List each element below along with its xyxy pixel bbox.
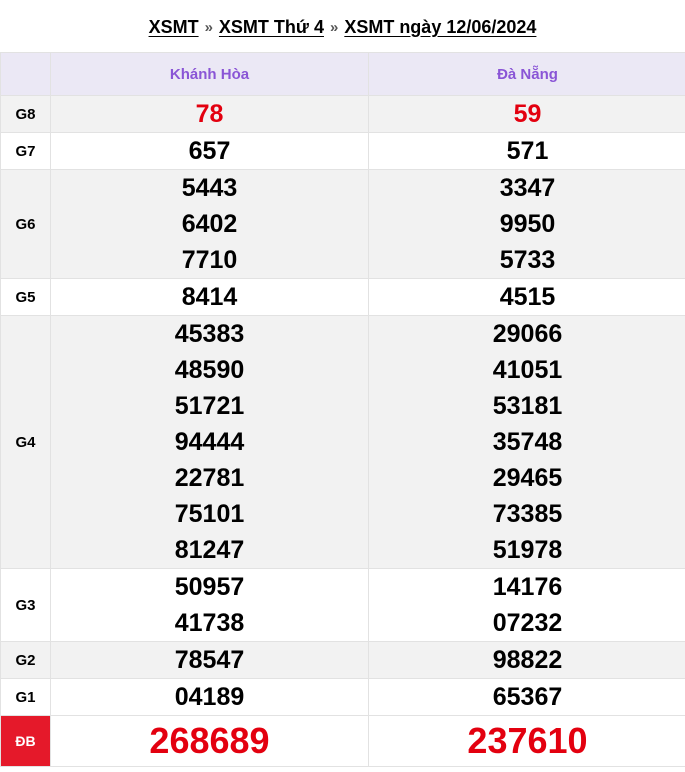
result-number: 35748 — [492, 428, 563, 456]
result-number: 94444 — [174, 428, 245, 456]
header-province-da-nang: Đà Nẵng — [368, 52, 685, 96]
result-cell: 3347 9950 5733 — [368, 169, 685, 279]
result-number: 73385 — [492, 500, 563, 528]
prize-row: G7 657 571 — [0, 132, 685, 170]
prize-row: G1 04189 65367 — [0, 678, 685, 716]
result-number: 22781 — [174, 464, 245, 492]
result-number: 8414 — [181, 283, 238, 311]
result-cell: 657 — [50, 132, 369, 170]
result-number: 04189 — [174, 683, 245, 711]
result-number: 78 — [195, 100, 224, 128]
prize-row: G6 5443 6402 7710 3347 9950 5733 — [0, 169, 685, 279]
result-number: 50957 — [174, 573, 245, 601]
result-number: 59 — [513, 100, 542, 128]
result-cell: 237610 — [368, 715, 685, 767]
prize-row: G2 78547 98822 — [0, 641, 685, 679]
result-cell: 04189 — [50, 678, 369, 716]
prize-row: G5 8414 4515 — [0, 278, 685, 316]
result-cell: 8414 — [50, 278, 369, 316]
breadcrumb-link-xsmt-date[interactable]: XSMT ngày 12/06/2024 — [344, 17, 536, 38]
prize-label: ĐB — [0, 715, 51, 767]
result-cell: 29066 41051 53181 35748 29465 73385 51978 — [368, 315, 685, 569]
result-cell: 78547 — [50, 641, 369, 679]
prize-label: G7 — [0, 132, 51, 170]
prize-label: G8 — [0, 95, 51, 133]
header-province-khanh-hoa: Khánh Hòa — [50, 52, 369, 96]
result-cell: 5443 6402 7710 — [50, 169, 369, 279]
breadcrumb-separator: » — [329, 18, 339, 36]
result-cell: 571 — [368, 132, 685, 170]
result-cell: 59 — [368, 95, 685, 133]
result-cell: 98822 — [368, 641, 685, 679]
result-number: 48590 — [174, 356, 245, 384]
result-cell: 45383 48590 51721 94444 22781 75101 81247 — [50, 315, 369, 569]
result-number: 237610 — [467, 720, 588, 761]
prize-label: G4 — [0, 315, 51, 569]
result-cell: 78 — [50, 95, 369, 133]
result-number: 657 — [188, 137, 231, 165]
result-number: 51978 — [492, 536, 563, 564]
prize-label: G5 — [0, 278, 51, 316]
result-cell: 65367 — [368, 678, 685, 716]
result-number: 75101 — [174, 500, 245, 528]
prize-row: G3 50957 41738 14176 07232 — [0, 568, 685, 642]
result-number: 45383 — [174, 320, 245, 348]
result-number: 41738 — [174, 609, 245, 637]
result-number: 571 — [506, 137, 549, 165]
result-number: 81247 — [174, 536, 245, 564]
prize-label: G1 — [0, 678, 51, 716]
results-table: Khánh Hòa Đà Nẵng G8 78 59 G7 657 571 G6 5443 64… — [0, 52, 685, 767]
result-cell: 50957 41738 — [50, 568, 369, 642]
breadcrumb-separator: » — [204, 18, 213, 36]
result-number: 5733 — [499, 246, 556, 274]
result-number: 53181 — [492, 392, 563, 420]
result-number: 5443 — [181, 174, 238, 202]
result-cell: 268689 — [50, 715, 369, 767]
breadcrumb-link-xsmt-thu-4[interactable]: XSMT Thứ 4 — [219, 17, 324, 38]
header-prize-cell — [0, 52, 51, 96]
prize-label: G3 — [0, 568, 51, 642]
prize-label: G6 — [0, 169, 51, 279]
result-number: 6402 — [181, 210, 238, 238]
result-number: 78547 — [174, 646, 245, 674]
breadcrumb: XSMT » XSMT Thứ 4 » XSMT ngày 12/06/2024 — [0, 0, 685, 52]
result-cell: 4515 — [368, 278, 685, 316]
result-number: 98822 — [492, 646, 563, 674]
prize-label: G2 — [0, 641, 51, 679]
result-number: 29465 — [492, 464, 563, 492]
result-number: 65367 — [492, 683, 563, 711]
breadcrumb-link-xsmt[interactable]: XSMT — [149, 17, 199, 38]
result-cell: 14176 07232 — [368, 568, 685, 642]
result-number: 41051 — [492, 356, 563, 384]
result-number: 14176 — [492, 573, 563, 601]
result-number: 268689 — [149, 720, 270, 761]
result-number: 07232 — [492, 609, 563, 637]
result-number: 51721 — [174, 392, 245, 420]
prize-row: G4 45383 48590 51721 94444 22781 75101 81247 290… — [0, 315, 685, 569]
prize-row: G8 78 59 — [0, 95, 685, 133]
prize-row-special: ĐB 268689 237610 — [0, 715, 685, 767]
result-number: 29066 — [492, 320, 563, 348]
result-number: 9950 — [499, 210, 556, 238]
result-number: 7710 — [181, 246, 238, 274]
result-number: 4515 — [499, 283, 556, 311]
header-row: Khánh Hòa Đà Nẵng — [0, 52, 685, 96]
result-number: 3347 — [499, 174, 556, 202]
